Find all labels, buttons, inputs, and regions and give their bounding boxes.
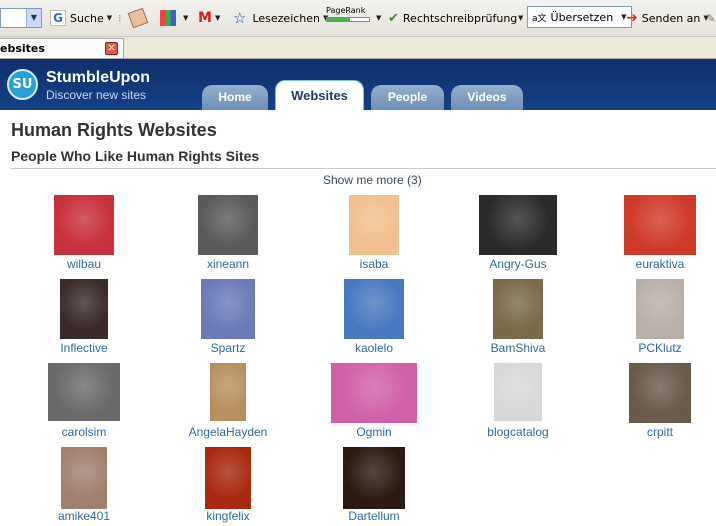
- user-name-link[interactable]: Angry-Gus: [458, 257, 578, 271]
- user-avatar[interactable]: [210, 363, 246, 421]
- user-name-link[interactable]: Spartz: [168, 341, 288, 355]
- translate-button[interactable]: a文 Übersetzen ▼: [527, 6, 632, 28]
- user-avatar[interactable]: [629, 363, 691, 423]
- toolbar-separator-grip: ⁝: [118, 11, 122, 25]
- tab-home[interactable]: Home: [202, 85, 268, 110]
- user-avatar[interactable]: [48, 363, 120, 421]
- pagerank-label: PageRank: [326, 6, 366, 15]
- site-header: SU StumbleUpon Discover new sites Home W…: [0, 59, 716, 110]
- divider: [11, 168, 716, 169]
- send-icon: ➔: [626, 10, 638, 26]
- send-to-button[interactable]: ➔ Senden an ▼: [626, 8, 709, 28]
- highlight-button[interactable]: [127, 7, 150, 29]
- user-name-link[interactable]: Dartellum: [314, 509, 434, 523]
- user-name-link[interactable]: carolsim: [24, 425, 144, 439]
- user-name-link[interactable]: PCKlutz: [600, 341, 716, 355]
- bookmarks-button[interactable]: ☆ Lesezeichen ▼: [233, 8, 328, 28]
- user-avatar[interactable]: [636, 279, 684, 339]
- section-title: People Who Like Human Rights Sites: [11, 148, 260, 164]
- user-avatar[interactable]: [493, 279, 543, 339]
- user-avatar[interactable]: [201, 279, 255, 339]
- user-name-link[interactable]: isaba: [314, 257, 434, 271]
- chevron-down-icon[interactable]: ▼: [107, 14, 112, 22]
- user-avatar[interactable]: [54, 195, 114, 255]
- user-name-link[interactable]: AngelaHayden: [168, 425, 288, 439]
- star-icon: ☆: [233, 9, 247, 27]
- tab-videos[interactable]: Videos: [451, 85, 523, 110]
- user-name-link[interactable]: kingfelix: [168, 509, 288, 523]
- user-avatar[interactable]: [494, 363, 542, 421]
- show-more-link[interactable]: Show me more (3): [323, 173, 422, 187]
- browser-tab-label: ebsites: [0, 42, 45, 55]
- puzzle-icon: [160, 10, 176, 26]
- search-engine-dropdown[interactable]: ▼: [0, 8, 42, 28]
- user-avatar[interactable]: [198, 195, 258, 255]
- browser-tab-strip: ebsites ✕: [0, 37, 716, 59]
- user-name-link[interactable]: kaolelo: [314, 341, 434, 355]
- chevron-down-icon[interactable]: ▼: [518, 14, 523, 22]
- user-name-link[interactable]: wilbau: [24, 257, 144, 271]
- stumbleupon-logo-icon[interactable]: SU: [7, 69, 38, 100]
- translate-label: Übersetzen: [550, 10, 614, 24]
- pagerank-bar: [326, 17, 370, 22]
- chevron-down-icon[interactable]: ▼: [26, 9, 41, 27]
- bookmarks-label: Lesezeichen: [252, 11, 321, 25]
- user-name-link[interactable]: BamShiva: [458, 341, 578, 355]
- spellcheck-label: Rechtschreibprüfung: [402, 11, 518, 25]
- user-avatar[interactable]: [205, 447, 251, 509]
- user-avatar[interactable]: [349, 195, 399, 255]
- tab-people[interactable]: People: [371, 85, 444, 110]
- user-avatar[interactable]: [344, 279, 404, 339]
- chevron-down-icon[interactable]: ▼: [376, 14, 381, 22]
- search-label: Suche: [70, 11, 104, 25]
- chevron-down-icon[interactable]: ▼: [215, 14, 220, 22]
- user-name-link[interactable]: euraktiva: [600, 257, 716, 271]
- user-name-link[interactable]: blogcatalog: [458, 425, 578, 439]
- google-icon: G: [50, 10, 66, 26]
- user-avatar[interactable]: [331, 363, 417, 423]
- translate-icon: a文: [532, 13, 547, 24]
- google-search-button[interactable]: G Suche ▼: [50, 8, 112, 28]
- browser-tab-active[interactable]: ebsites ✕: [0, 38, 124, 58]
- gadgets-button[interactable]: ▼: [160, 8, 188, 28]
- user-avatar[interactable]: [60, 279, 108, 339]
- user-name-link[interactable]: Ogmin: [314, 425, 434, 439]
- pencil-icon[interactable]: ✎: [706, 8, 715, 28]
- user-avatar[interactable]: [343, 447, 405, 509]
- close-icon[interactable]: ✕: [105, 42, 118, 55]
- user-avatar[interactable]: [61, 447, 107, 509]
- user-name-link[interactable]: xineann: [168, 257, 288, 271]
- spellcheck-dropdown[interactable]: ▼: [515, 8, 523, 28]
- user-name-link[interactable]: amike401: [24, 509, 144, 523]
- browser-toolbar: ▼ G Suche ▼ ⁝ ▼ M▼ ☆ Lesezeichen ▼ PageR…: [0, 0, 716, 37]
- brand-name[interactable]: StumbleUpon: [46, 69, 150, 87]
- send-label: Senden an: [641, 11, 701, 25]
- gmail-icon: M: [198, 10, 212, 26]
- pagerank-widget[interactable]: PageRank: [326, 6, 370, 26]
- chevron-down-icon[interactable]: ▼: [183, 14, 188, 22]
- tab-websites[interactable]: Websites: [275, 80, 364, 110]
- page-title: Human Rights Websites: [11, 120, 217, 140]
- gmail-button[interactable]: M ▼: [198, 8, 220, 28]
- user-name-link[interactable]: Inflective: [24, 341, 144, 355]
- user-avatar[interactable]: [624, 195, 696, 255]
- spellcheck-button[interactable]: ✔ Rechtschreibprüfung: [388, 8, 517, 28]
- user-avatar[interactable]: [479, 195, 557, 255]
- highlighter-icon: [127, 7, 149, 29]
- pagerank-dropdown[interactable]: ▼: [373, 8, 381, 28]
- spellcheck-icon: ✔: [388, 10, 399, 26]
- brand-tagline: Discover new sites: [46, 88, 147, 102]
- user-name-link[interactable]: crpitt: [600, 425, 716, 439]
